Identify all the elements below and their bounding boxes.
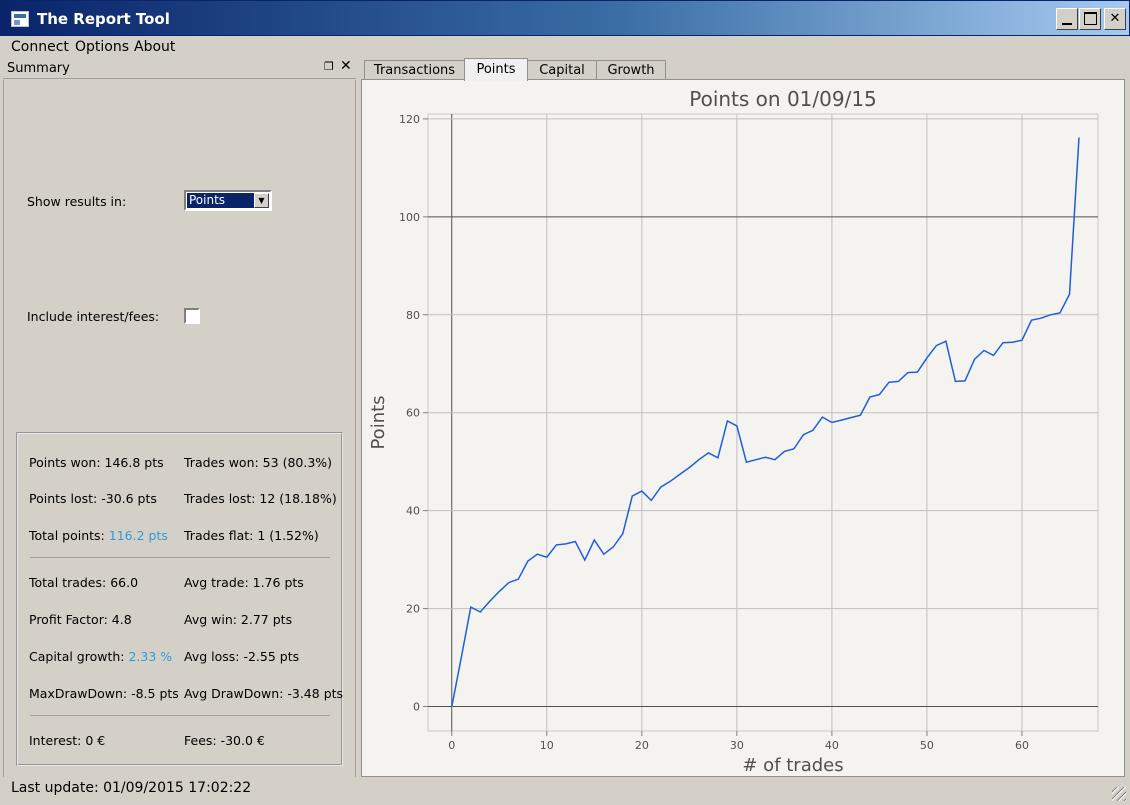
status-last-update: Last update: 01/09/2015 17:02:22 [11,780,252,796]
total-points-label: Total points: [29,528,109,543]
stat-avg-win: Avg win: 2.77 pts [184,612,293,627]
stat-profit-factor: Profit Factor: 4.8 [29,612,132,627]
tab-growth[interactable]: Growth [596,60,666,80]
plot-area [427,113,1099,732]
stat-interest: Interest: 0 € [29,733,106,748]
stat-avg-drawdown: Avg DrawDown: -3.48 pts [184,686,344,701]
stat-avg-loss: Avg loss: -2.55 pts [184,649,300,664]
minimize-button[interactable] [1056,8,1078,30]
menu-about[interactable]: About [134,39,175,55]
stats-divider [30,715,330,716]
total-points-value: 116.2 pts [108,528,168,543]
chart-title: Points on 01/09/15 [689,87,877,111]
show-results-select[interactable]: Points ▼ [184,190,272,211]
maximize-icon [1084,12,1097,25]
stat-fees: Fees: -30.0 € [184,733,265,748]
x-axis-label: # of trades [742,755,843,776]
y-axis-label: Points [368,395,389,449]
x-tick-label: 40 [825,739,839,752]
x-tick-label: 50 [920,739,934,752]
tab-points[interactable]: Points [464,58,528,81]
close-dock-icon[interactable]: ✕ [340,58,352,74]
stat-points-won: Points won: 146.8 pts [29,455,164,470]
menu-options[interactable]: Options [75,39,129,55]
x-tick-label: 10 [540,739,554,752]
stats-divider [30,557,330,558]
points-chart: 0 10 20 30 40 50 60 0 20 40 60 80 100 120 Points on 01… [368,87,1099,776]
stat-max-drawdown: MaxDrawDown: -8.5 pts [29,686,179,701]
stats-panel: Points won: 146.8 pts Trades won: 53 (80… [16,432,343,766]
stat-trades-flat: Trades flat: 1 (1.52%) [184,528,319,543]
series-line [451,137,1080,707]
y-tick-label: 80 [406,309,420,322]
include-fees-label: Include interest/fees: [27,309,160,324]
dock-header: Summary ❐ ✕ [3,57,356,79]
points-tab-pane: 0 10 20 30 40 50 60 0 20 40 60 80 100 120 Points on 01… [361,79,1125,777]
tab-capital[interactable]: Capital [527,60,597,80]
y-tick-label: 0 [413,701,420,714]
capital-growth-label: Capital growth: [29,649,129,664]
x-tick-label: 20 [635,739,649,752]
y-tick-label: 120 [399,113,420,126]
y-tick-label: 100 [399,211,420,224]
tab-transactions[interactable]: Transactions [364,60,465,80]
stat-total-trades: Total trades: 66.0 [29,575,139,590]
minimize-icon [1062,23,1072,25]
x-tick-label: 0 [448,739,455,752]
stat-avg-trade: Avg trade: 1.76 pts [184,575,304,590]
stat-capital-growth: Capital growth: 2.33 % [29,649,172,664]
app-icon [11,11,29,27]
y-tick-label: 20 [406,603,420,616]
maximize-button[interactable] [1079,8,1101,30]
x-tick-label: 30 [730,739,744,752]
show-results-label: Show results in: [27,194,127,209]
show-results-value: Points [187,193,255,208]
close-icon: ✕ [1109,11,1121,26]
close-button[interactable]: ✕ [1104,8,1126,30]
capital-growth-value: 2.33 % [128,649,173,664]
dock-title: Summary [7,61,70,76]
stat-total-points: Total points: 116.2 pts [29,528,168,543]
window-title: The Report Tool [37,10,170,28]
stat-trades-won: Trades won: 53 (80.3%) [184,455,333,470]
title-bar: The Report Tool ✕ [0,0,1130,36]
y-tick-label: 40 [406,505,420,518]
x-tick-label: 60 [1015,739,1029,752]
stat-trades-lost: Trades lost: 12 (18.18%) [184,491,337,506]
chevron-down-icon[interactable]: ▼ [254,193,269,208]
include-fees-checkbox[interactable] [184,308,200,324]
stat-points-lost: Points lost: -30.6 pts [29,491,157,506]
menu-connect[interactable]: Connect [11,39,69,55]
float-dock-icon[interactable]: ❐ [324,60,334,73]
resize-grip[interactable] [1112,787,1126,801]
y-tick-label: 60 [406,407,420,420]
menu-bar: Connect Options About [0,36,1130,58]
